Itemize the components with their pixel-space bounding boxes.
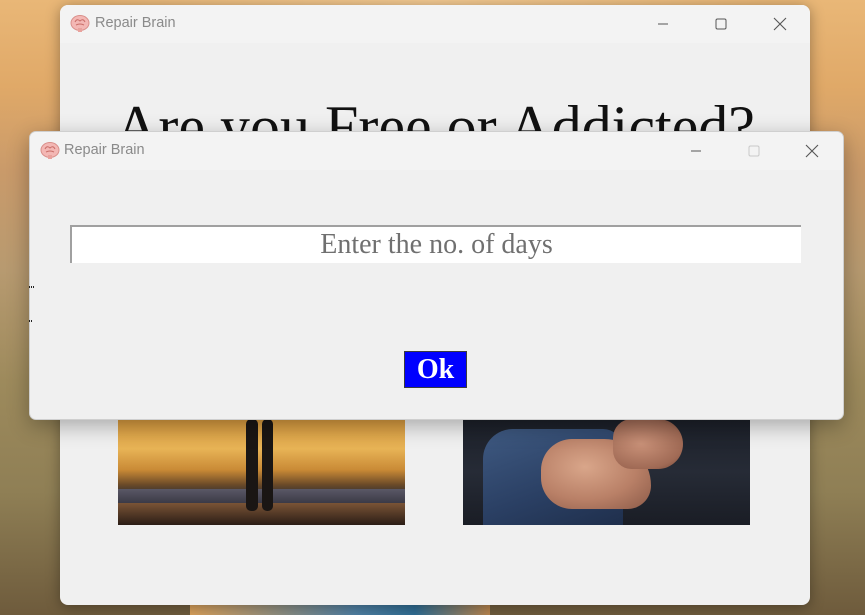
dialog-window-title: Repair Brain — [64, 142, 145, 158]
close-button[interactable] — [757, 5, 803, 43]
dialog-window: Repair Brain Ok — [29, 131, 844, 420]
minimize-button[interactable] — [640, 5, 686, 43]
close-icon — [805, 144, 819, 158]
maximize-icon — [748, 145, 760, 157]
maximize-button — [731, 132, 777, 170]
edge-artifact — [29, 286, 35, 288]
maximize-icon — [715, 18, 727, 30]
close-icon — [773, 17, 787, 31]
brain-icon — [39, 140, 61, 160]
brain-icon — [69, 13, 91, 33]
dialog-titlebar[interactable]: Repair Brain — [30, 132, 843, 170]
close-button[interactable] — [789, 132, 835, 170]
edge-artifact — [29, 320, 33, 322]
hands-photo — [463, 419, 750, 525]
minimize-icon — [691, 150, 701, 152]
minimize-button[interactable] — [673, 132, 719, 170]
sunset-photo — [118, 419, 405, 525]
ok-button[interactable]: Ok — [404, 351, 467, 388]
main-titlebar[interactable]: Repair Brain — [60, 5, 810, 43]
minimize-icon — [658, 23, 668, 25]
days-input[interactable] — [70, 225, 801, 263]
main-window-title: Repair Brain — [95, 15, 176, 31]
maximize-button[interactable] — [698, 5, 744, 43]
